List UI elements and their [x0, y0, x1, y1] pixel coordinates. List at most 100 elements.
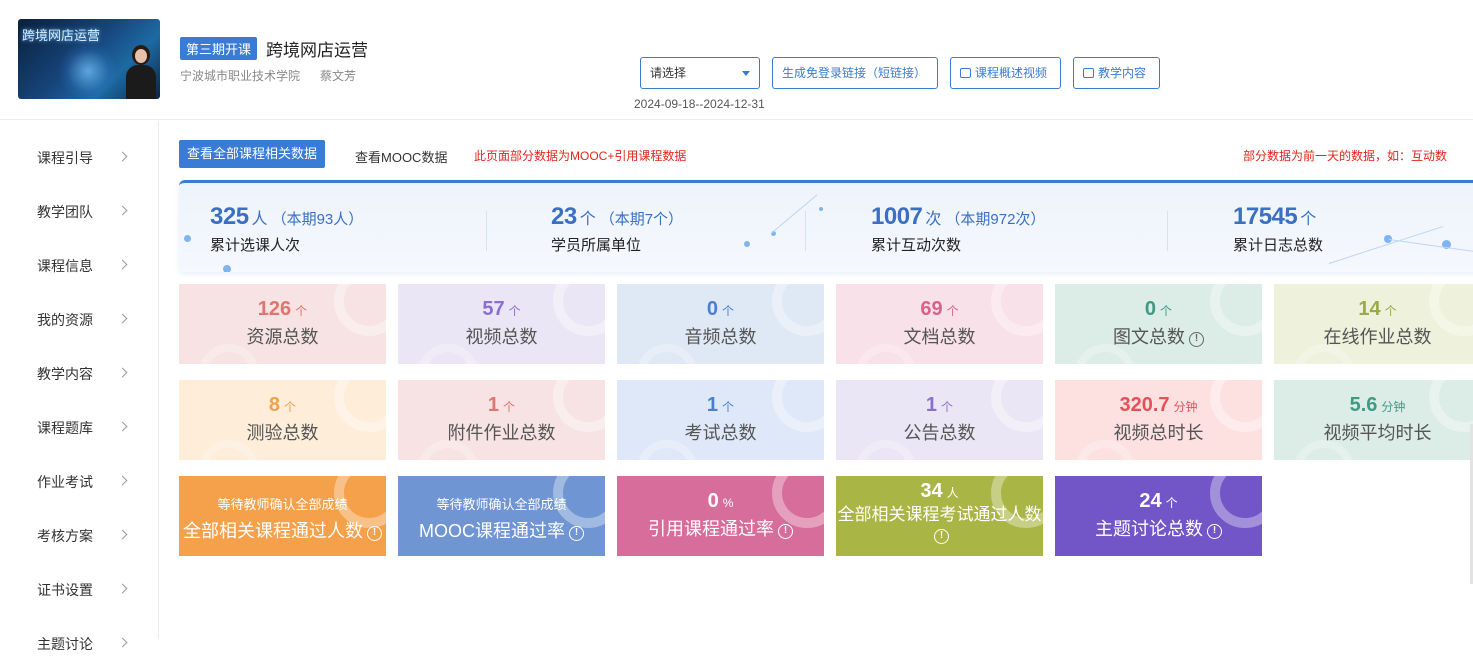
video-icon: [960, 68, 971, 78]
card-documents[interactable]: 69 个 文档总数: [836, 284, 1043, 364]
stat-value: 23: [551, 203, 577, 230]
card-quizzes[interactable]: 8个 测验总数: [179, 380, 386, 460]
card-video-total-duration[interactable]: 320.7 分钟 视频总时长: [1055, 380, 1262, 460]
stat-label: 学员所属单位: [551, 237, 642, 254]
card-value: 320.7 分钟: [1055, 394, 1262, 417]
chevron-right-icon: [117, 259, 128, 270]
teaching-content-button[interactable]: 教学内容: [1073, 57, 1160, 89]
decor-dot: [819, 207, 823, 211]
stat-label: 累计日志总数: [1233, 237, 1324, 254]
card-value: 0个: [617, 298, 824, 321]
stat-enrollments: 325 人（本期93人） 累计选课人次: [210, 203, 363, 255]
sidebar-item-label: 证书设置: [37, 582, 93, 598]
sidebar-item-label: 课程题库: [37, 420, 93, 436]
info-icon[interactable]: !: [569, 526, 584, 541]
card-label: 视频平均时长: [1323, 423, 1432, 443]
card-unit: 个: [295, 304, 308, 318]
card-value: 24 个: [1055, 490, 1262, 513]
card-label-text: 主题讨论总数: [1095, 519, 1203, 539]
sidebar-item-my-resources[interactable]: 我的资源: [0, 292, 158, 346]
stat-sub: （本期972次）: [945, 211, 1046, 228]
card-unit: 个: [284, 400, 297, 414]
sidebar-item-certificate[interactable]: 证书设置: [0, 562, 158, 616]
card-number: 0: [707, 490, 719, 512]
info-icon[interactable]: !: [778, 524, 793, 539]
decor-dot: [223, 265, 231, 272]
card-video-avg-duration[interactable]: 5.6 分钟 视频平均时长: [1274, 380, 1473, 460]
sidebar-item-teaching-content[interactable]: 教学内容: [0, 346, 158, 400]
sidebar-item-label: 教学内容: [37, 366, 93, 382]
decor-dot: [744, 241, 750, 247]
sidebar-item-discussion[interactable]: 主题讨论: [0, 616, 158, 670]
card-value: 14 个: [1274, 298, 1473, 321]
sidebar-item-question-bank[interactable]: 课程题库: [0, 400, 158, 454]
card-unit: %: [722, 496, 734, 510]
card-online-homework[interactable]: 14 个 在线作业总数: [1274, 284, 1473, 364]
teaching-content-label: 教学内容: [1098, 66, 1147, 80]
card-unit: 个: [1160, 304, 1173, 318]
decor-line: [1388, 239, 1473, 253]
sidebar: 课程引导 教学团队 课程信息 我的资源 教学内容 课程题库 作业考试 考核方案 …: [0, 121, 159, 652]
chevron-right-icon: [117, 313, 128, 324]
data-delay-note: 部分数据为前一天的数据，如：互动数: [1243, 149, 1448, 163]
tab-mooc-data[interactable]: 查看MOOC数据: [355, 147, 447, 166]
card-image-text[interactable]: 0个 图文总数!: [1055, 284, 1262, 364]
sidebar-item-course-info[interactable]: 课程信息: [0, 238, 158, 292]
card-referenced-pass-rate[interactable]: 0% 引用课程通过率!: [617, 476, 824, 556]
card-unit: 个: [946, 304, 959, 318]
info-icon[interactable]: !: [1189, 332, 1204, 347]
info-icon[interactable]: !: [934, 529, 949, 544]
generate-link-button[interactable]: 生成免登录链接（短链接）: [772, 57, 938, 89]
card-label: 视频总数: [465, 327, 538, 347]
chevron-right-icon: [117, 475, 128, 486]
sidebar-item-course-guide[interactable]: 课程引导: [0, 130, 158, 184]
card-unit: 个: [508, 304, 521, 318]
sidebar-item-assessment-plan[interactable]: 考核方案: [0, 508, 158, 562]
sidebar-item-label: 课程信息: [37, 258, 93, 274]
card-label: 全部相关课程通过人数!: [179, 517, 386, 543]
stat-label: 累计互动次数: [871, 237, 962, 254]
document-icon: [1083, 68, 1094, 78]
course-video-label: 课程概述视频: [975, 66, 1048, 80]
card-value: 69 个: [836, 298, 1043, 321]
card-attachment-homework[interactable]: 1个 附件作业总数: [398, 380, 605, 460]
card-all-courses-pass-count[interactable]: 等待教师确认全部成绩 全部相关课程通过人数!: [179, 476, 386, 556]
card-unit: 个: [1384, 304, 1397, 318]
card-number: 34: [920, 480, 943, 502]
card-number: 0: [1144, 298, 1157, 320]
card-number: 5.6: [1349, 394, 1378, 416]
card-unit: 人: [946, 486, 959, 500]
card-videos[interactable]: 57 个 视频总数: [398, 284, 605, 364]
tab-all-course-data[interactable]: 查看全部课程相关数据: [179, 140, 326, 168]
card-label-text: 图文总数: [1113, 327, 1185, 347]
info-icon[interactable]: !: [367, 526, 382, 541]
sidebar-item-teaching-team[interactable]: 教学团队: [0, 184, 158, 238]
card-value: 1个: [398, 394, 605, 417]
card-label-text: 全部相关课程考试通过人数: [837, 505, 1042, 524]
course-thumbnail[interactable]: 跨境网店运营: [18, 19, 160, 99]
card-label: 在线作业总数: [1323, 327, 1432, 347]
card-announcements[interactable]: 1个 公告总数: [836, 380, 1043, 460]
stat-label: 累计选课人次: [210, 237, 301, 254]
card-exam-pass-count[interactable]: 34 人 全部相关课程考试通过人数!: [836, 476, 1043, 556]
card-label-text: 引用课程通过率: [648, 519, 774, 539]
card-number: 14: [1358, 298, 1381, 320]
card-number: 24: [1139, 490, 1162, 512]
pending-note: 等待教师确认全部成绩: [217, 497, 348, 512]
card-number: 320.7: [1119, 394, 1170, 416]
card-unit: 个: [503, 400, 516, 414]
card-label: 主题讨论总数!: [1055, 515, 1262, 541]
card-label: MOOC课程通过率!: [398, 517, 605, 543]
course-video-button[interactable]: 课程概述视频: [950, 57, 1061, 89]
stat-value: 1007: [871, 203, 923, 230]
card-exams[interactable]: 1个 考试总数: [617, 380, 824, 460]
course-dates: 2024-09-18--2024-12-31: [634, 97, 765, 111]
sidebar-item-homework-exams[interactable]: 作业考试: [0, 454, 158, 508]
card-discussion-topics[interactable]: 24 个 主题讨论总数!: [1055, 476, 1262, 556]
card-mooc-pass-rate[interactable]: 等待教师确认全部成绩 MOOC课程通过率!: [398, 476, 605, 556]
term-select[interactable]: 请选择: [640, 57, 760, 89]
card-audio[interactable]: 0个 音频总数: [617, 284, 824, 364]
info-icon[interactable]: !: [1207, 524, 1222, 539]
card-number: 57: [482, 298, 505, 320]
card-resources[interactable]: 126 个 资源总数: [179, 284, 386, 364]
